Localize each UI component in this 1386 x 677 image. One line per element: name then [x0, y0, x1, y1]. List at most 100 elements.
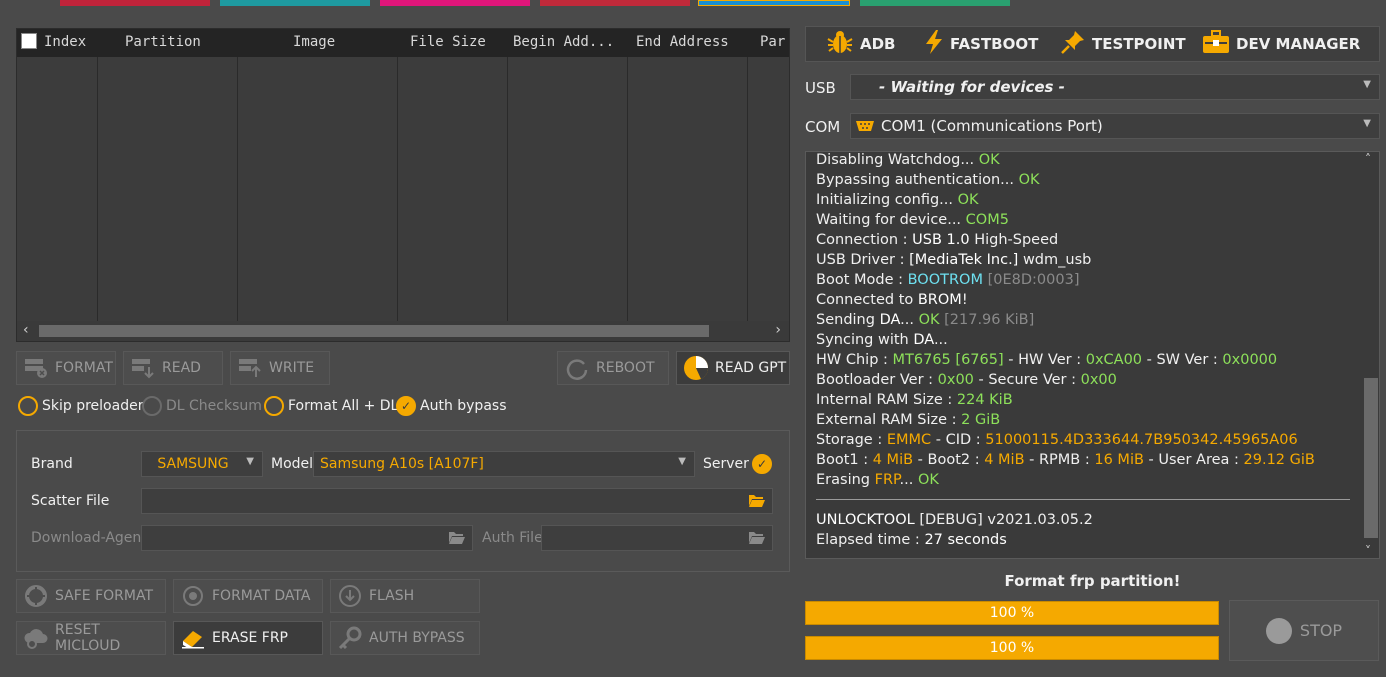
folder-open-icon[interactable]: [748, 529, 766, 549]
tab-fastboot[interactable]: FASTBOOT: [924, 27, 1038, 61]
log-line: Bypassing authentication... OK: [816, 172, 1040, 188]
format-all-dl-checkbox[interactable]: [264, 396, 284, 416]
log-line: HW Chip : MT6765 [6765] - HW Ver : 0xCA0…: [816, 352, 1277, 368]
log-segment: 4 MiB: [872, 452, 914, 468]
scroll-down-icon[interactable]: ˅: [1365, 544, 1371, 558]
model-select[interactable]: Samsung A10s [A107F] ▼: [313, 451, 695, 477]
col-index[interactable]: Index: [44, 34, 86, 50]
skip-preloader-checkbox[interactable]: [18, 396, 38, 416]
reset-micloud-button[interactable]: RESET MICLOUD: [16, 621, 166, 655]
tab-dev-manager-label: DEV MANAGER: [1236, 35, 1361, 53]
top-tab-3[interactable]: [380, 0, 530, 6]
col-begin-address[interactable]: Begin Add...: [513, 34, 614, 50]
download-agent-input[interactable]: [141, 525, 473, 551]
tab-dev-manager[interactable]: DEV MANAGER: [1202, 27, 1360, 61]
format-all-dl-option[interactable]: Format All + DL: [264, 396, 398, 416]
scroll-thumb[interactable]: [39, 325, 709, 337]
log-segment: - Boot2 :: [913, 452, 985, 468]
horizontal-scrollbar[interactable]: ‹ ›: [17, 321, 789, 341]
log-segment: OK: [918, 312, 940, 328]
brand-value: SAMSUNG: [157, 456, 229, 472]
log-segment: COM5: [965, 212, 1009, 228]
read-button[interactable]: READ: [123, 351, 223, 385]
server-check-icon[interactable]: ✓: [752, 454, 772, 474]
auth-bypass-option[interactable]: ✓ Auth bypass: [396, 396, 507, 416]
skip-preloader-label: Skip preloader: [42, 398, 144, 414]
gear-refresh-icon: [180, 584, 206, 608]
scroll-up-icon[interactable]: ˄: [1365, 152, 1371, 166]
log-console[interactable]: Disabling Watchdog... OK Bypassing authen…: [805, 151, 1380, 559]
log-line: UNLOCKTOOL [DEBUG] v2021.03.05.2: [816, 512, 1093, 528]
format-button[interactable]: FORMAT: [16, 351, 116, 385]
usb-select[interactable]: - Waiting for devices - ▼: [850, 74, 1380, 100]
dl-checksum-checkbox[interactable]: [142, 396, 162, 416]
col-end-address[interactable]: End Address: [636, 34, 729, 50]
log-segment: Storage :: [816, 432, 887, 448]
reboot-button[interactable]: REBOOT: [557, 351, 669, 385]
auth-bypass-label: Auth bypass: [420, 398, 507, 414]
auth-bypass-button[interactable]: AUTH BYPASS: [330, 621, 480, 655]
log-segment: High-Speed: [969, 232, 1059, 248]
log-segment: Connection :: [816, 232, 913, 248]
top-tab-2[interactable]: [220, 0, 370, 6]
write-button[interactable]: WRITE: [230, 351, 330, 385]
auth-bypass-check-icon[interactable]: ✓: [396, 396, 416, 416]
eraser-icon: [180, 626, 206, 650]
log-segment: 0xCA00: [1085, 352, 1143, 368]
read-gpt-button[interactable]: READ GPT: [676, 351, 790, 385]
log-segment: Bypassing authentication...: [816, 172, 1019, 188]
top-tab-4[interactable]: [540, 0, 690, 6]
dl-checksum-option[interactable]: DL Checksum: [142, 396, 262, 416]
format-all-dl-label: Format All + DL: [288, 398, 399, 414]
col-partition-type[interactable]: Par: [760, 34, 785, 50]
auth-bypass-button-label: AUTH BYPASS: [369, 630, 465, 646]
format-data-button[interactable]: FORMAT DATA: [173, 579, 323, 613]
log-segment: HW Chip :: [816, 352, 893, 368]
tab-adb[interactable]: ADB: [826, 27, 896, 61]
key-icon: [337, 626, 363, 650]
select-all-checkbox[interactable]: [21, 33, 37, 53]
log-segment: BROM: [917, 292, 962, 308]
log-segment: - RPMB :: [1024, 452, 1095, 468]
log-segment: - CID :: [931, 432, 986, 448]
auth-file-input[interactable]: [541, 525, 773, 551]
top-tab-5[interactable]: [698, 0, 850, 6]
log-segment: ...: [899, 472, 918, 488]
partition-table[interactable]: Index Partition Image File Size Begin Ad…: [16, 28, 790, 342]
log-divider: [816, 499, 1350, 500]
pin-icon: [1060, 29, 1086, 60]
col-image[interactable]: Image: [293, 34, 335, 50]
com-select[interactable]: COM1 (Communications Port) ▼: [850, 113, 1380, 139]
com-label: COM: [805, 118, 841, 136]
log-segment: 0x00: [1080, 372, 1117, 388]
scroll-right-icon[interactable]: ›: [775, 322, 781, 338]
log-segment: Bootloader Ver :: [816, 372, 938, 388]
scatter-file-input[interactable]: [141, 488, 773, 514]
col-partition[interactable]: Partition: [125, 34, 201, 50]
top-tab-6[interactable]: [860, 0, 1010, 6]
skip-preloader-option[interactable]: Skip preloader: [18, 396, 143, 416]
log-segment: OK: [1018, 172, 1040, 188]
log-segment: FRP: [874, 472, 900, 488]
vertical-scrollbar[interactable]: ˄ ˅: [1361, 152, 1379, 558]
stop-button[interactable]: STOP: [1229, 600, 1379, 661]
log-segment: [DEBUG] v2021.03.05.2: [914, 512, 1093, 528]
flash-button[interactable]: FLASH: [330, 579, 480, 613]
erase-frp-button[interactable]: ERASE FRP: [173, 621, 323, 655]
log-segment: MT6765: [892, 352, 951, 368]
scroll-thumb[interactable]: [1364, 378, 1378, 538]
scroll-left-icon[interactable]: ‹: [23, 322, 29, 338]
brand-select[interactable]: SAMSUNG ▼: [141, 451, 263, 477]
brand-label: Brand: [31, 456, 73, 472]
col-file-size[interactable]: File Size: [410, 34, 486, 50]
log-segment: - Secure Ver :: [973, 372, 1081, 388]
folder-open-icon[interactable]: [748, 492, 766, 512]
folder-open-icon[interactable]: [448, 529, 466, 549]
log-segment: BOOTROM: [907, 272, 983, 288]
top-tab-1[interactable]: [60, 0, 210, 6]
safe-format-button[interactable]: SAFE FORMAT: [16, 579, 166, 613]
flash-label: FLASH: [369, 588, 415, 604]
log-line: Disabling Watchdog... OK: [816, 152, 1000, 168]
tab-testpoint[interactable]: TESTPOINT: [1060, 27, 1186, 61]
log-segment: [0E8D:0003]: [982, 272, 1080, 288]
